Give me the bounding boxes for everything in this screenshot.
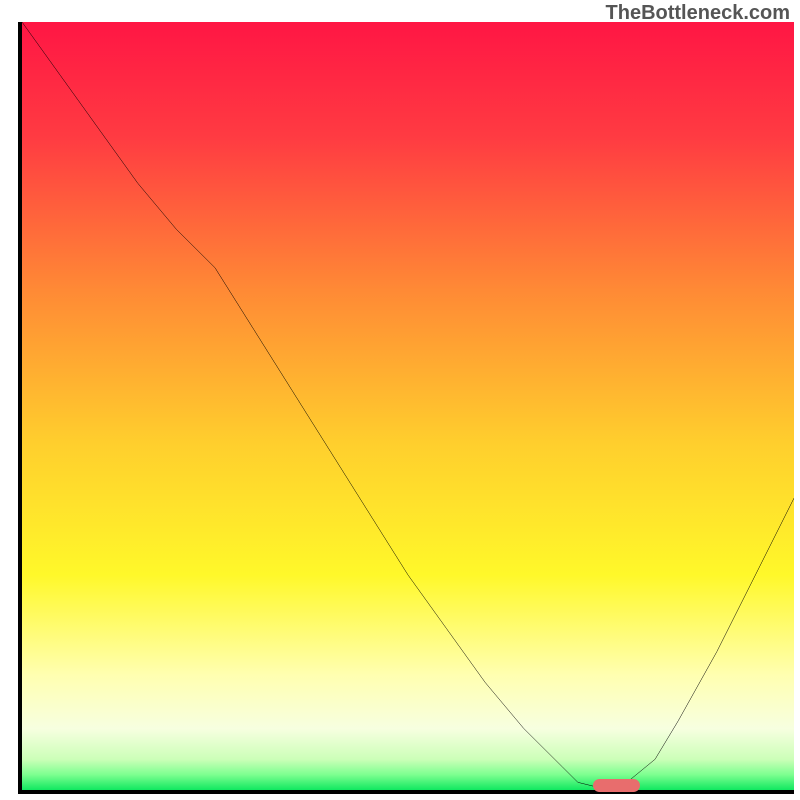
bottleneck-curve [22,22,794,790]
chart-container: TheBottleneck.com [0,0,800,800]
watermark-text: TheBottleneck.com [606,2,790,25]
plot-area [18,22,794,794]
optimal-marker [593,779,639,791]
